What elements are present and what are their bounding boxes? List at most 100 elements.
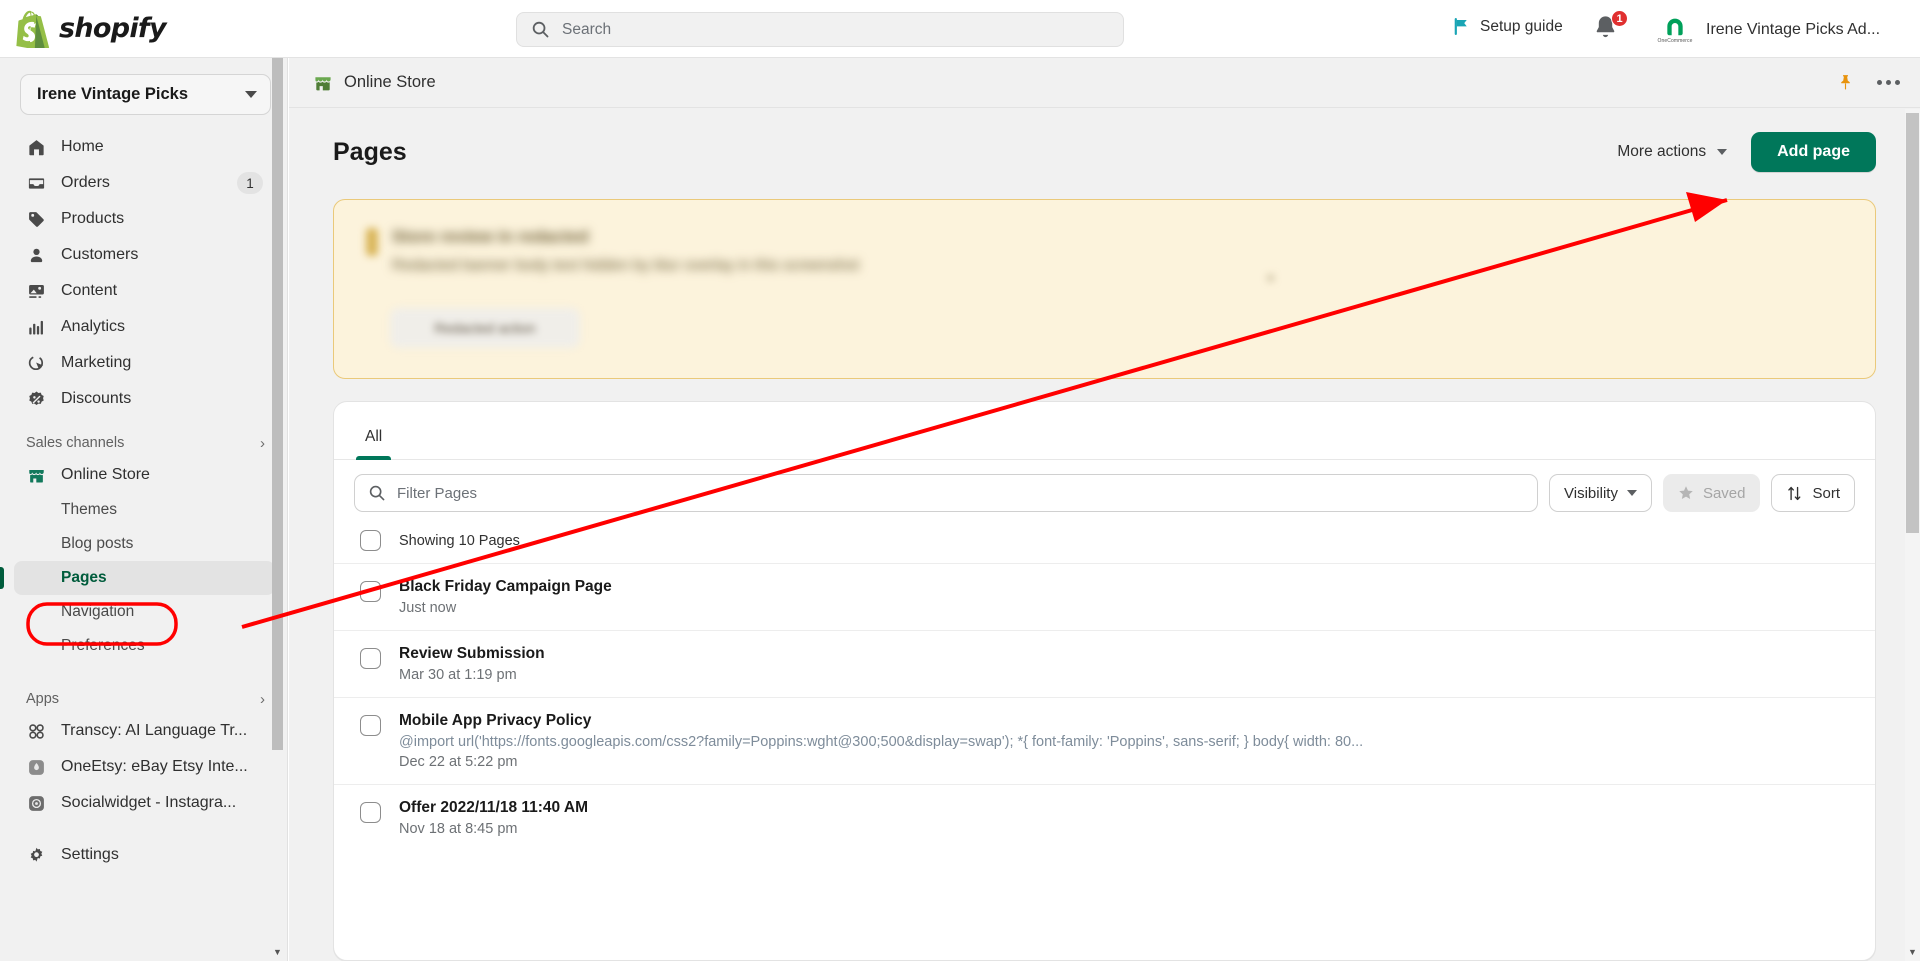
sidebar-item-online-store[interactable]: Online Store [14,457,275,493]
sidebar-item-customers[interactable]: Customers [14,237,275,273]
sidebar-scrollbar-thumb[interactable] [272,58,283,750]
row-title[interactable]: Mobile App Privacy Policy [399,712,1855,730]
sidebar-item-discounts[interactable]: Discounts [14,381,275,417]
row-content: Mobile App Privacy Policy @import url('h… [399,712,1855,770]
page-title: Pages [333,137,407,166]
visibility-filter-button[interactable]: Visibility [1549,474,1652,512]
star-icon [1679,486,1693,499]
sidebar-item-navigation[interactable]: Navigation [14,595,275,629]
chevron-down-icon [245,91,257,98]
row-title[interactable]: Offer 2022/11/18 11:40 AM [399,799,1855,817]
row-timestamp: Mar 30 at 1:19 pm [399,667,517,683]
sidebar-item-analytics[interactable]: Analytics [14,309,275,345]
row-checkbox[interactable] [360,581,381,602]
filter-pages-input[interactable]: Filter Pages [354,474,1539,512]
add-page-button[interactable]: Add page [1751,132,1876,172]
transcy-app-icon [26,721,47,742]
sidebar-subitem-label: Blog posts [61,535,134,552]
sidebar-item-settings[interactable]: Settings [14,837,275,873]
more-actions-button[interactable]: More actions [1613,135,1731,169]
marketing-target-icon [26,353,47,374]
visibility-filter-label: Visibility [1564,484,1618,502]
shopify-logo[interactable]: shopify [16,0,167,57]
page-header: Pages More actions Add page [289,108,1920,172]
row-checkbox[interactable] [360,715,381,736]
home-icon [26,137,47,158]
sidebar-item-home[interactable]: Home [14,129,275,165]
sidebar-item-label: Socialwidget - Instagra... [61,794,237,811]
sidebar-item-products[interactable]: Products [14,201,275,237]
table-row[interactable]: Review Submission Mar 30 at 1:19 pm [334,630,1875,697]
sort-button[interactable]: Sort [1771,474,1855,512]
table-row[interactable]: Black Friday Campaign Page Just now [334,563,1875,630]
sidebar-item-preferences[interactable]: Preferences [14,629,275,663]
row-timestamp: Just now [399,600,457,616]
sidebar-subitem-label: Pages [61,569,107,586]
ellipsis-icon[interactable] [1877,80,1900,85]
row-checkbox[interactable] [360,648,381,669]
table-row[interactable]: Mobile App Privacy Policy @import url('h… [334,697,1875,784]
store-notice-banner: Store review in redacted Redacted banner… [333,199,1876,379]
setup-guide-button[interactable]: Setup guide [1452,17,1563,36]
apps-title: Apps [26,691,60,707]
context-bar-title-group[interactable]: Online Store [313,73,436,93]
avatar-caption: OneCommerce [1657,37,1693,44]
sidebar-subitem-label: Themes [61,501,117,518]
sidebar-item-socialwidget[interactable]: Socialwidget - Instagra... [14,785,275,821]
row-checkbox[interactable] [360,802,381,823]
main-scrollbar-thumb[interactable] [1906,113,1919,533]
table-row[interactable]: Offer 2022/11/18 11:40 AM Nov 18 at 8:45… [334,784,1875,851]
sidebar-item-themes[interactable]: Themes [14,493,275,527]
page-header-actions: More actions Add page [1613,132,1876,172]
sidebar-item-orders[interactable]: Orders 1 [14,165,275,201]
sidebar-item-content[interactable]: Content [14,273,275,309]
flag-icon [1454,17,1467,36]
pin-icon[interactable] [1836,73,1855,92]
sidebar-item-label: Analytics [61,318,126,335]
sidebar-item-label: Customers [61,246,139,263]
sidebar-item-label: OneEtsy: eBay Etsy Inte... [61,758,248,775]
sidebar-subitem-label: Preferences [61,637,145,654]
sales-channels-section-header[interactable]: Sales channels › [26,435,265,451]
global-search-input[interactable]: Search [516,12,1124,47]
sidebar-item-marketing[interactable]: Marketing [14,345,275,381]
oneetsy-app-icon [26,757,47,778]
main-content: Online Store Pages More actions Add page [289,58,1920,961]
nav-divider-spacer [0,821,287,837]
tag-icon [26,209,47,230]
sidebar-subitem-label: Navigation [61,603,135,620]
main-scroll-down-arrow[interactable]: ▼ [1906,945,1919,959]
row-title[interactable]: Black Friday Campaign Page [399,578,1855,596]
bar-chart-icon [26,317,47,338]
apps-section-header[interactable]: Apps › [26,691,265,707]
select-all-checkbox[interactable] [360,530,381,551]
storefront-icon [26,465,47,486]
tab-all[interactable]: All [348,428,399,460]
tab-all-label: All [365,428,383,445]
row-content: Black Friday Campaign Page Just now [399,578,1855,616]
sidebar-scroll-down-arrow[interactable]: ▼ [272,945,283,959]
saved-views-button[interactable]: Saved [1662,474,1761,512]
setup-guide-label: Setup guide [1480,17,1563,35]
row-title[interactable]: Review Submission [399,645,1855,663]
banner-action-button[interactable]: Redacted action [390,308,580,348]
store-switcher-button[interactable]: Irene Vintage Picks [20,74,271,115]
context-bar-title: Online Store [344,73,436,91]
banner-body: Redacted banner body text hidden by blur… [392,257,860,274]
banner-dismiss-icon[interactable]: × [1266,270,1275,287]
sidebar-item-blog-posts[interactable]: Blog posts [14,527,275,561]
sidebar-item-oneetsy[interactable]: OneEtsy: eBay Etsy Inte... [14,749,275,785]
row-content: Offer 2022/11/18 11:40 AM Nov 18 at 8:45… [399,799,1855,837]
search-icon [369,485,385,501]
pages-list-header: Showing 10 Pages [334,524,1875,563]
sidebar-item-pages[interactable]: Pages [0,561,275,595]
banner-action-label: Redacted action [434,320,536,336]
notification-badge: 1 [1611,10,1628,27]
pages-filter-row: Filter Pages Visibility Saved Sort [334,460,1875,524]
top-header-bar: shopify Search Setup guide 1 OneCommerce… [0,0,1920,58]
gear-icon [26,845,47,866]
account-menu-button[interactable]: OneCommerce Irene Vintage Picks Ad... [1648,10,1888,50]
row-excerpt: @import url('https://fonts.googleapis.co… [399,734,1364,750]
notifications-button[interactable]: 1 [1592,10,1628,45]
sidebar-item-transcy[interactable]: Transcy: AI Language Tr... [14,713,275,749]
